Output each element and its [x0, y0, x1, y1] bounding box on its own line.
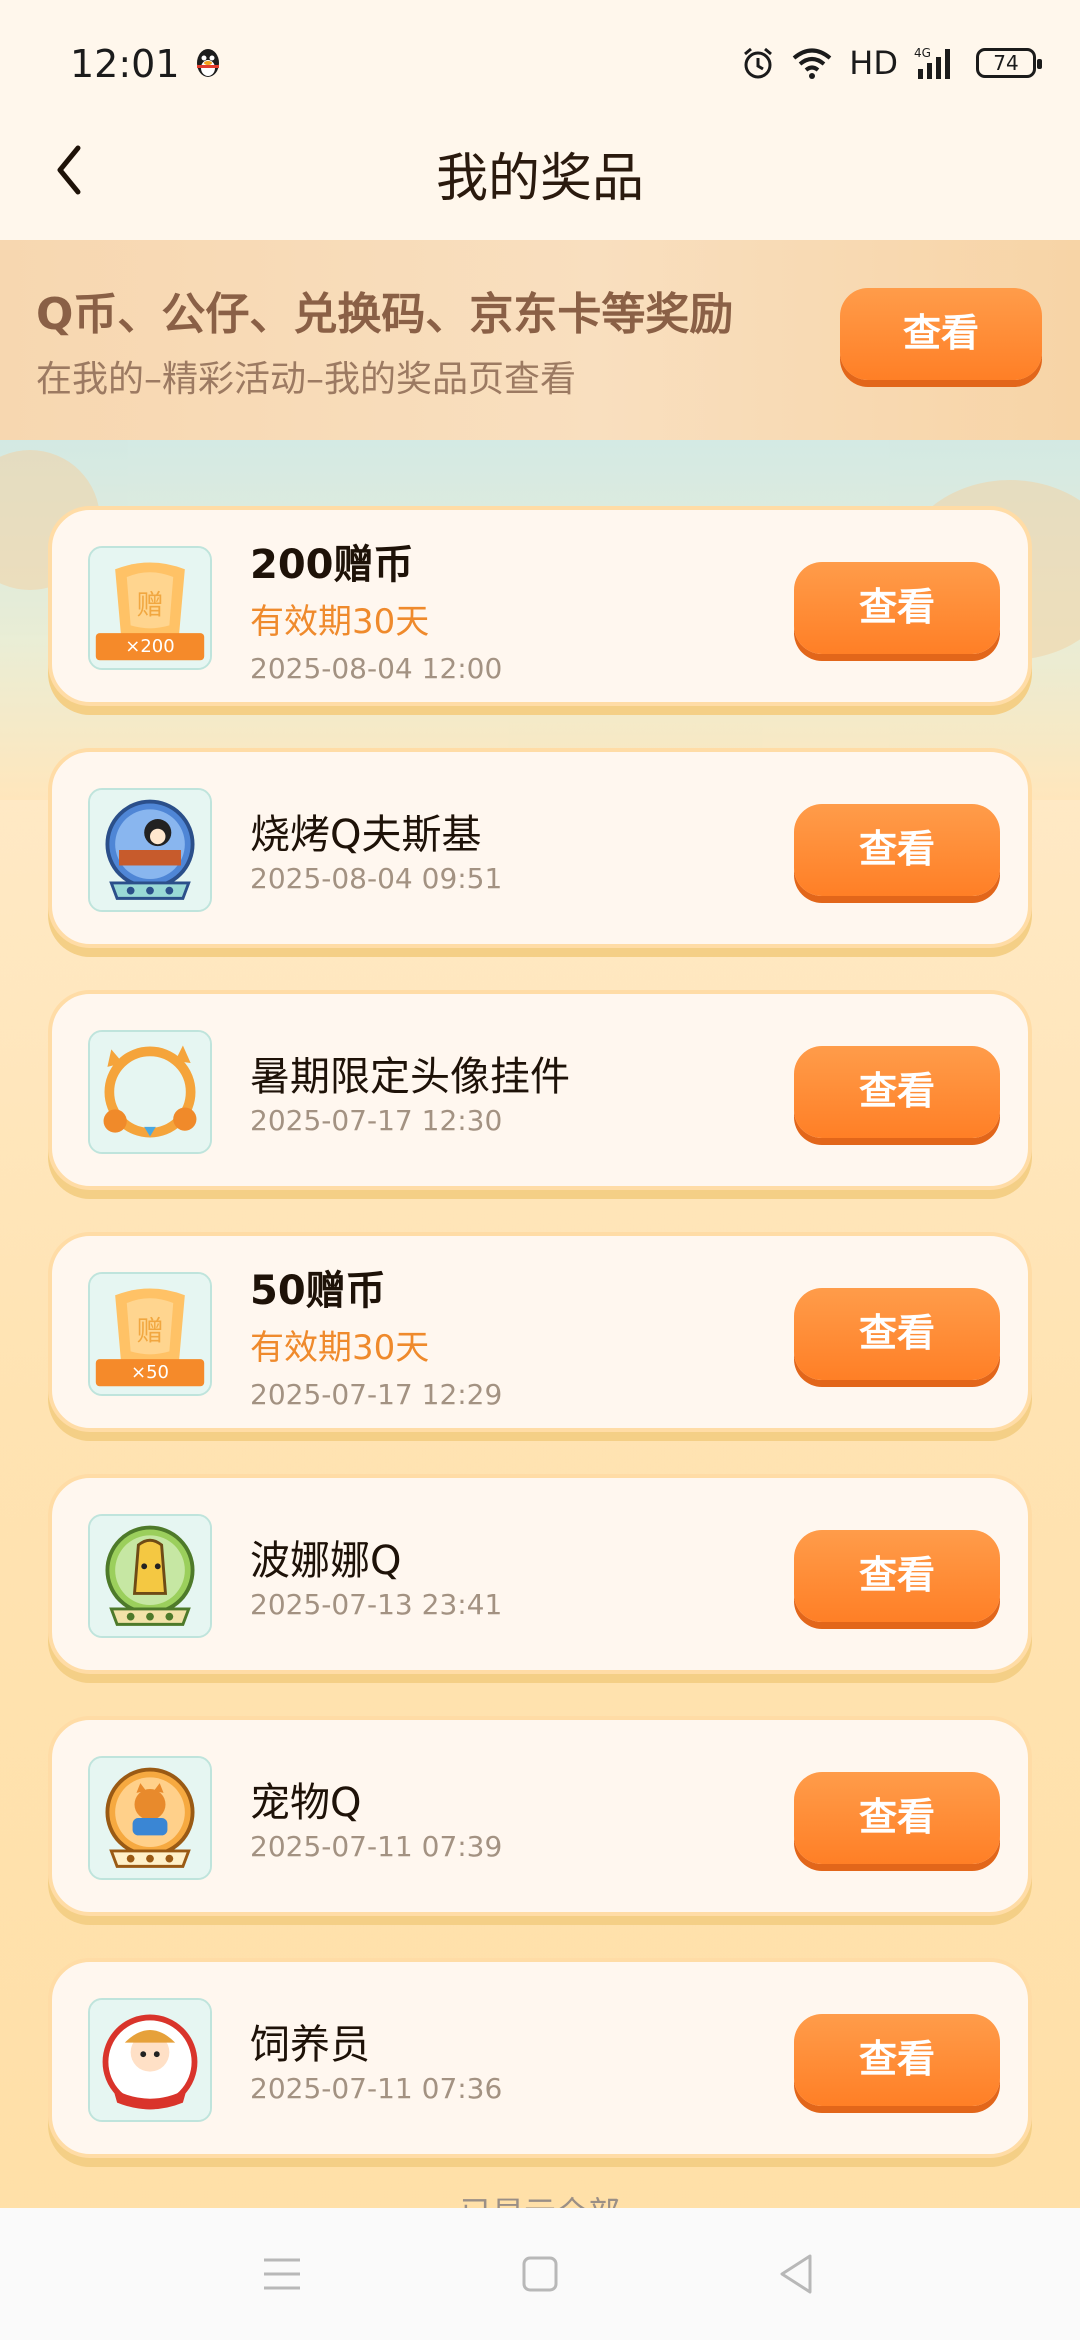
view-prize-button[interactable]: 查看 — [794, 562, 1000, 654]
svg-text:4G: 4G — [914, 46, 931, 60]
prize-card: 暑期限定头像挂件 2025-07-17 12:30 查看 — [48, 990, 1032, 1190]
prize-name: 烧烤Q夫斯基 — [250, 812, 482, 858]
banner-subtitle: 在我的–精彩活动–我的奖品页查看 — [36, 359, 577, 400]
keeper-badge-icon — [88, 1998, 212, 2122]
prize-date: 2025-07-17 12:30 — [250, 1104, 503, 1137]
coin-badge-label: ×50 — [131, 1362, 169, 1383]
prize-name: 50赠币 — [250, 1268, 386, 1314]
prize-card: 饲养员 2025-07-11 07:36 查看 — [48, 1958, 1032, 2158]
view-prize-button[interactable]: 查看 — [794, 1046, 1000, 1138]
prize-name: 200赠币 — [250, 542, 414, 588]
banner-title: Q币、公仔、兑换码、京东卡等奖励 — [36, 289, 734, 340]
prize-name: 饲养员 — [250, 2022, 370, 2068]
prize-name: 波娜娜Q — [250, 1538, 402, 1584]
prize-card: 赠 ×200 200赠币 有效期30天 2025-08-04 12:00 查看 — [48, 506, 1032, 706]
prize-date: 2025-07-11 07:36 — [250, 2072, 503, 2105]
svg-text:赠: 赠 — [136, 1316, 163, 1347]
snowglobe-bbq-icon — [88, 788, 212, 912]
prize-date: 2025-08-04 12:00 — [250, 652, 503, 685]
prize-date: 2025-07-17 12:29 — [250, 1378, 503, 1411]
prize-card: 波娜娜Q 2025-07-13 23:41 查看 — [48, 1474, 1032, 1674]
home-icon[interactable] — [520, 2252, 560, 2296]
back-triangle-icon[interactable] — [776, 2252, 816, 2296]
prize-validity: 有效期30天 — [250, 602, 430, 642]
signal-icon: 4G — [914, 46, 950, 79]
view-prize-button[interactable]: 查看 — [794, 1772, 1000, 1864]
view-prize-button[interactable]: 查看 — [794, 804, 1000, 896]
prize-date: 2025-07-11 07:39 — [250, 1830, 503, 1863]
prize-card: 宠物Q 2025-07-11 07:39 查看 — [48, 1716, 1032, 1916]
prize-card: 赠 ×50 50赠币 有效期30天 2025-07-17 12:29 查看 — [48, 1232, 1032, 1432]
view-prize-button[interactable]: 查看 — [794, 1530, 1000, 1622]
hd-indicator: HD — [849, 44, 898, 82]
alarm-icon — [744, 47, 773, 79]
prize-validity: 有效期30天 — [250, 1328, 430, 1368]
prize-card: 烧烤Q夫斯基 2025-08-04 09:51 查看 — [48, 748, 1032, 948]
avatar-frame-icon — [88, 1030, 212, 1154]
status-time: 12:01 — [70, 42, 180, 86]
status-icons: HD 4G 74 — [741, 44, 1042, 82]
prize-name: 宠物Q — [250, 1780, 362, 1826]
qq-penguin-icon — [197, 49, 219, 77]
banner-view-button[interactable]: 查看 — [840, 288, 1042, 380]
wifi-icon — [793, 48, 832, 79]
snowglobe-banana-icon — [88, 1514, 212, 1638]
menu-icon[interactable] — [262, 2252, 302, 2296]
view-prize-button[interactable]: 查看 — [794, 2014, 1000, 2106]
svg-text:赠: 赠 — [136, 590, 163, 621]
page-title: 我的奖品 — [435, 149, 644, 209]
prize-date: 2025-08-04 09:51 — [250, 862, 503, 895]
prize-name: 暑期限定头像挂件 — [250, 1054, 570, 1100]
system-navigation-bar — [0, 2208, 1080, 2340]
coin-badge-label: ×200 — [125, 636, 175, 657]
view-prize-button[interactable]: 查看 — [794, 1288, 1000, 1380]
snowglobe-pet-icon — [88, 1756, 212, 1880]
prize-date: 2025-07-13 23:41 — [250, 1588, 503, 1621]
battery-icon: 74 — [976, 48, 1042, 78]
